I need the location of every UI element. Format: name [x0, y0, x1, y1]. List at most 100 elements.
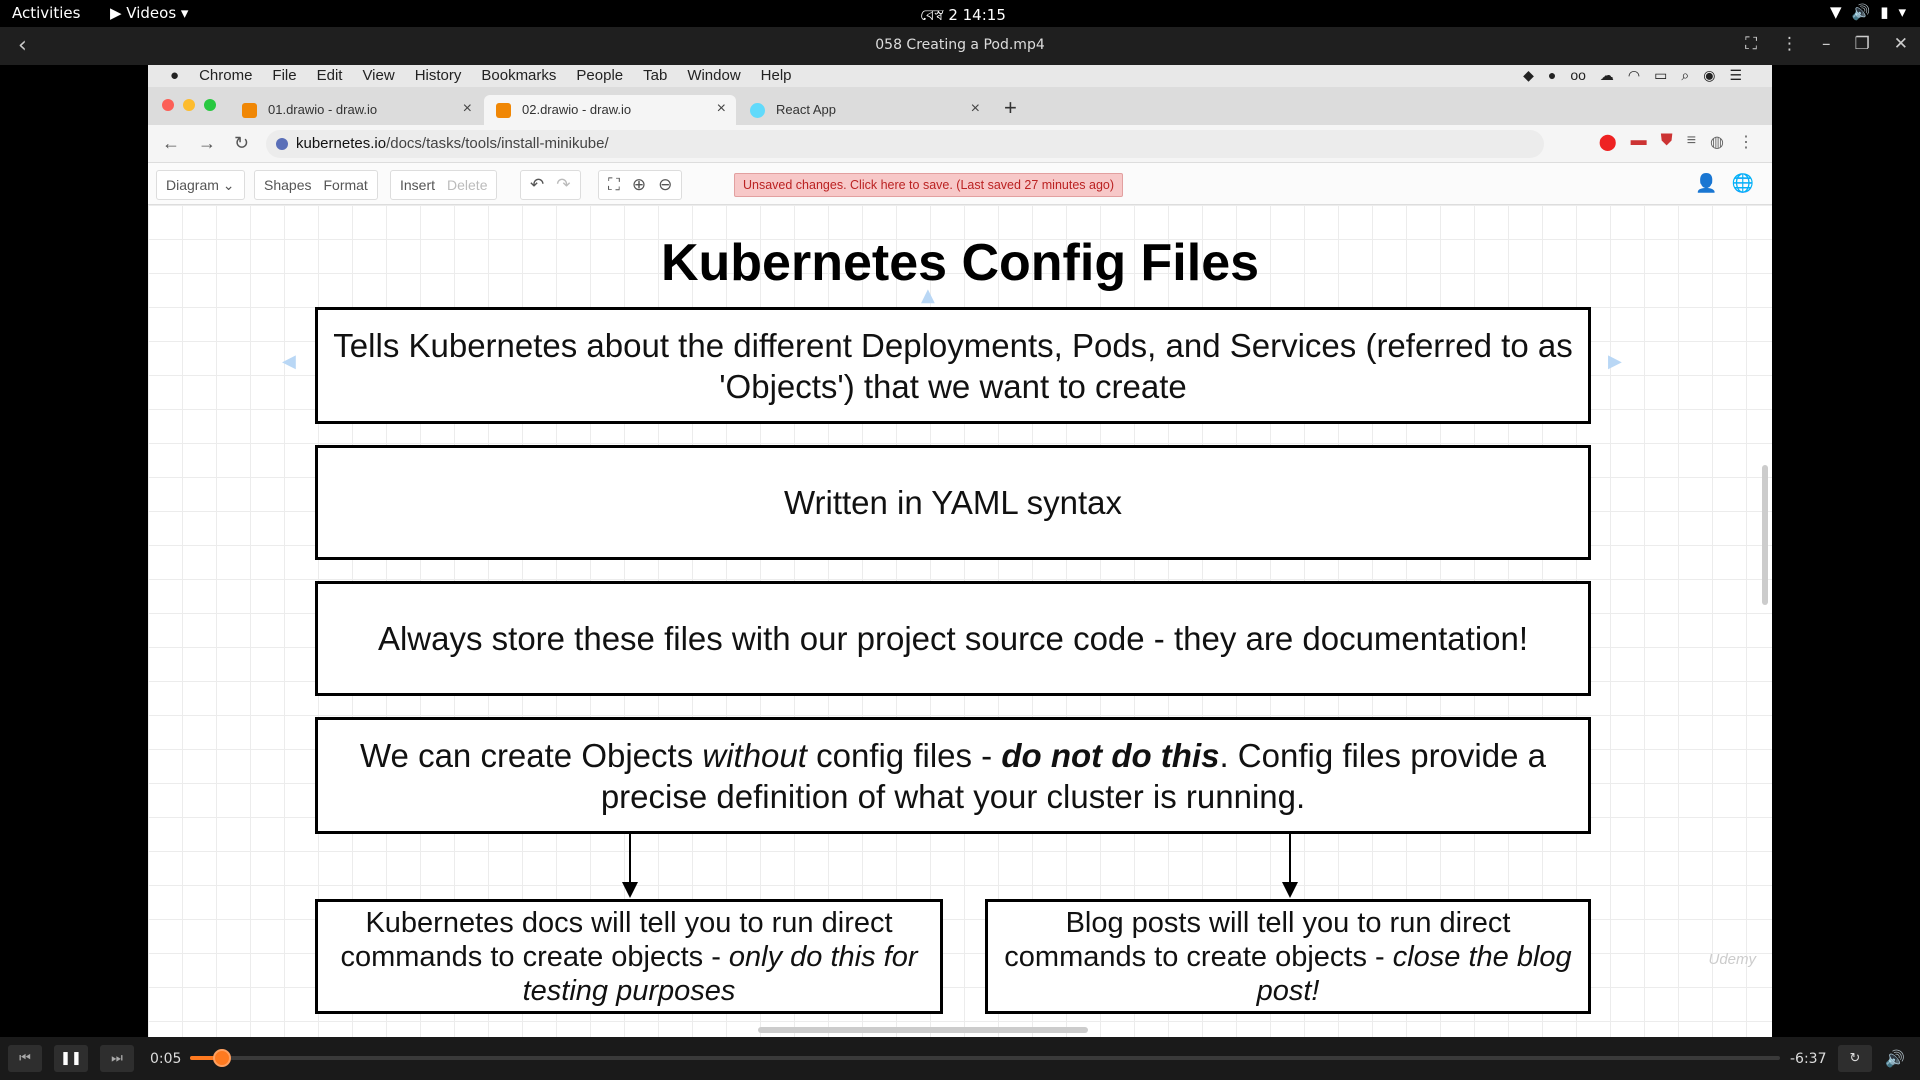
fullscreen-icon[interactable]: ⛶	[1745, 34, 1757, 54]
zoom-out-icon: ⊖	[658, 175, 673, 194]
more-icon: ⋮	[1738, 134, 1754, 151]
box-blog-posts-text: Blog posts will tell you to run direct c…	[1000, 906, 1576, 1008]
diagram-menu-label: Diagram ⌄	[166, 176, 235, 193]
close-tab-icon: ×	[462, 100, 472, 117]
delete-button: Delete	[447, 177, 488, 193]
diagram-menu: Diagram ⌄	[156, 170, 245, 200]
box-blog-posts: Blog posts will tell you to run direct c…	[985, 899, 1591, 1014]
profile-avatar: ◍	[1710, 134, 1724, 151]
wifi-icon: ▼	[1829, 3, 1842, 21]
chevron-down-icon: ▾	[1898, 3, 1906, 21]
app-menu[interactable]: ▶ Videos ▾	[110, 4, 188, 22]
diagram-title: Kubernetes Config Files	[660, 234, 1260, 292]
fit-icon: ⛶	[608, 175, 620, 194]
zoom-group: ⛶ ⊕ ⊖	[598, 170, 683, 200]
text-part: config files -	[806, 736, 1002, 774]
menu-file: File	[272, 67, 297, 84]
clock[interactable]: বেস্ব 2 14:15	[920, 4, 1006, 29]
system-top-bar: Activities ▶ Videos ▾ বেস্ব 2 14:15 ▼ 🔊 …	[0, 0, 1920, 27]
shield-icon: ⛊	[1660, 132, 1673, 149]
elapsed-time: 0:05	[150, 1051, 182, 1067]
seek-bar[interactable]	[190, 1049, 1780, 1067]
browser-tabstrip: 01.drawio - draw.io × 02.drawio - draw.i…	[148, 87, 1772, 125]
traffic-lights	[162, 99, 216, 111]
video-frame[interactable]: ● Chrome File Edit View History Bookmark…	[148, 65, 1772, 1037]
menu-window: Window	[687, 67, 741, 84]
drawio-right-icons: 👤 🌐	[1695, 173, 1754, 194]
selection-arrow-left-icon: ◀	[282, 351, 296, 372]
battery-icon: ▭	[1654, 67, 1668, 83]
arrow-left-line	[629, 834, 631, 884]
minimize-icon[interactable]: –	[1822, 34, 1831, 54]
mac-status-icons: ◆ ● oo ☁ ◠ ▭ ⌕ ◉ ☰	[1523, 67, 1742, 84]
arrow-right-line	[1289, 834, 1291, 884]
menu-edit: Edit	[316, 67, 343, 84]
box-yaml: Written in YAML syntax	[315, 445, 1591, 560]
box-store-files: Always store these files with our projec…	[315, 581, 1591, 696]
mac-menubar: ● Chrome File Edit View History Bookmark…	[148, 65, 1772, 87]
extensions: ⬤ ▬ ⛊ ≡ ◍ ⋮	[1599, 132, 1754, 152]
extension-icon: ▬	[1630, 132, 1647, 149]
arrow-right-head-icon	[1282, 882, 1298, 898]
search-icon: ⌕	[1681, 67, 1690, 83]
pause-icon[interactable]: ❚❚	[54, 1045, 88, 1072]
text-bold-italic: do not do this	[1001, 736, 1220, 774]
adblock-icon: ⬤	[1598, 134, 1617, 151]
text-part: We can create Objects	[360, 736, 703, 774]
vertical-scrollbar	[1762, 465, 1768, 605]
glasses-icon: oo	[1570, 67, 1586, 83]
diagram-canvas: Kubernetes Config Files ▲ ◀ ▶ Tells Kube…	[148, 205, 1772, 1037]
user-icon: 👤	[1695, 173, 1718, 193]
site-info-icon	[276, 138, 288, 150]
volume-icon[interactable]: 🔊	[1878, 1045, 1912, 1072]
apple-icon: ●	[170, 67, 180, 84]
reload-icon: ↻	[234, 133, 250, 153]
menu-icon[interactable]: ⋮	[1781, 34, 1798, 54]
restore-icon[interactable]: ❐	[1855, 34, 1870, 54]
unsaved-changes-notice: Unsaved changes. Click here to save. (La…	[734, 173, 1124, 197]
tab-02-drawio: 02.drawio - draw.io ×	[484, 95, 736, 125]
shapes-button: Shapes	[264, 177, 312, 193]
zoom-dot-icon	[204, 99, 216, 111]
activities-button[interactable]: Activities	[12, 4, 80, 22]
shapes-format-group: Shapes Format	[254, 170, 378, 200]
list-icon: ☰	[1729, 67, 1742, 83]
new-tab-icon: +	[1004, 95, 1017, 120]
box-objects: Tells Kubernetes about the different Dep…	[315, 307, 1591, 424]
back-arrow-icon: ←	[162, 133, 180, 153]
tab-label: 01.drawio - draw.io	[268, 102, 378, 117]
globe-icon: 🌐	[1731, 173, 1754, 193]
window-controls: ⛶ ⋮ – ❐ ✕	[1745, 34, 1908, 54]
drawio-icon	[242, 103, 257, 118]
menu-tab: Tab	[643, 67, 668, 84]
close-icon[interactable]: ✕	[1894, 34, 1908, 54]
tab-01-drawio: 01.drawio - draw.io ×	[230, 95, 482, 125]
box-no-config-warning: We can create Objects without config fil…	[315, 717, 1591, 834]
insert-delete-group: Insert Delete	[390, 170, 498, 200]
zoom-in-icon: ⊕	[631, 175, 647, 194]
drawio-toolbar: Diagram ⌄ Shapes Format Insert Delete ↶ …	[148, 163, 1772, 205]
arrow-left-head-icon	[622, 882, 638, 898]
react-icon	[750, 103, 765, 118]
text-italic: without	[702, 736, 807, 774]
system-tray[interactable]: ▼ 🔊 ▮ ▾	[1830, 3, 1906, 21]
watermark-logo: Udemy	[1708, 951, 1756, 968]
cloud-icon: ☁	[1599, 67, 1614, 83]
video-title: 058 Creating a Pod.mp4	[875, 37, 1045, 53]
tab-label: React App	[776, 102, 836, 117]
rotate-icon[interactable]: ↻	[1838, 1045, 1872, 1072]
box-kubernetes-docs: Kubernetes docs will tell you to run dir…	[315, 899, 943, 1014]
seek-handle[interactable]	[212, 1049, 231, 1067]
tab-label: 02.drawio - draw.io	[522, 102, 632, 117]
insert-button: Insert	[400, 177, 436, 193]
close-tab-icon: ×	[970, 100, 980, 117]
app-icon: ●	[1547, 67, 1557, 83]
previous-icon[interactable]: ⏮	[8, 1045, 42, 1072]
close-tab-icon: ×	[716, 100, 726, 117]
menu-chrome: Chrome	[199, 67, 253, 84]
wifi-icon: ◠	[1627, 67, 1641, 83]
next-icon[interactable]: ⏭	[100, 1045, 134, 1072]
undo-redo-group: ↶ ↷	[520, 170, 581, 200]
browser-toolbar: ← → ↻ kubernetes.io/docs/tasks/tools/ins…	[148, 125, 1772, 163]
close-dot-icon	[162, 99, 174, 111]
